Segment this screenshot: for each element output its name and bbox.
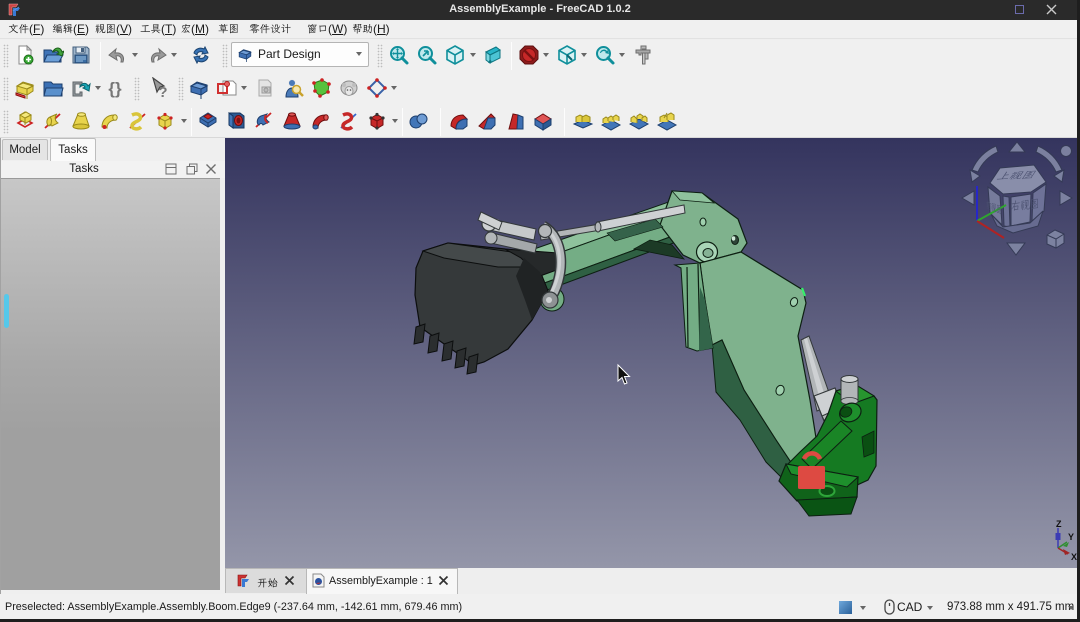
svg-text:Z: Z [1056,520,1062,529]
svg-text:{}: {} [108,79,122,98]
svg-text:?: ? [158,84,167,99]
svg-text:Y: Y [1068,532,1074,542]
